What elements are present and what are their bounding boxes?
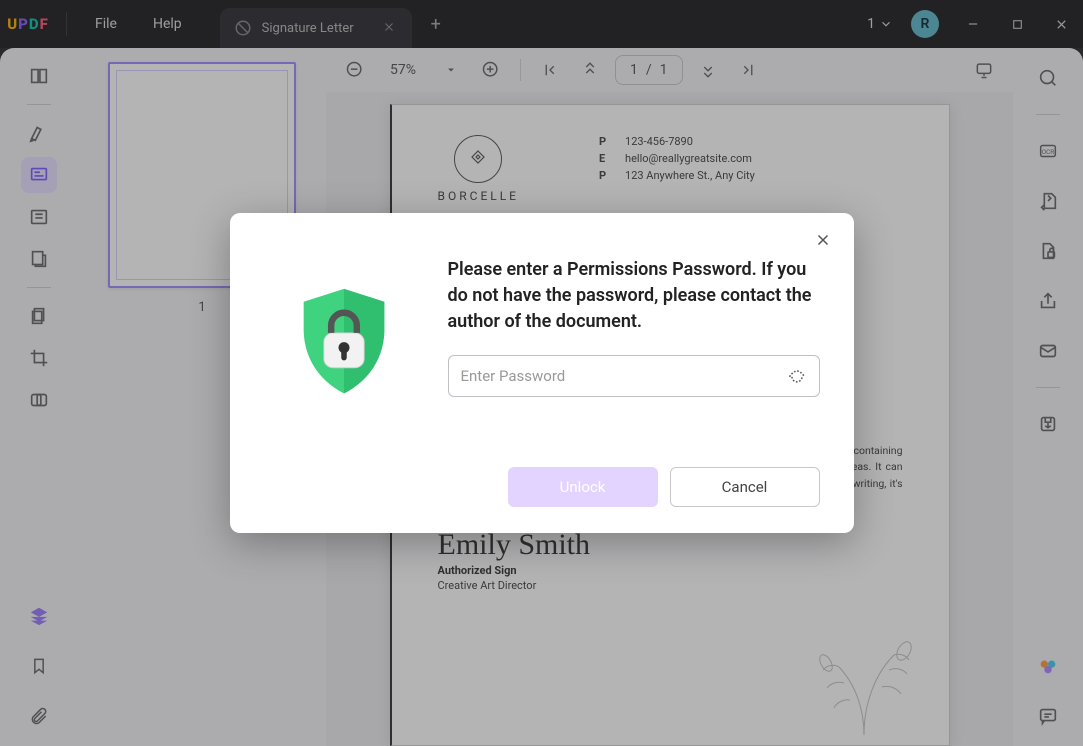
cancel-button[interactable]: Cancel: [670, 467, 820, 507]
password-dialog: Please enter a Permissions Password. If …: [230, 213, 854, 533]
toggle-password-visibility-icon[interactable]: [787, 366, 807, 386]
password-field-wrap: [448, 355, 820, 397]
dialog-message: Please enter a Permissions Password. If …: [448, 257, 820, 335]
password-input[interactable]: [461, 367, 787, 385]
modal-overlay: Please enter a Permissions Password. If …: [0, 0, 1083, 746]
shield-lock-icon: [274, 273, 414, 413]
unlock-button[interactable]: Unlock: [508, 467, 658, 507]
dialog-close-button[interactable]: [814, 231, 834, 251]
